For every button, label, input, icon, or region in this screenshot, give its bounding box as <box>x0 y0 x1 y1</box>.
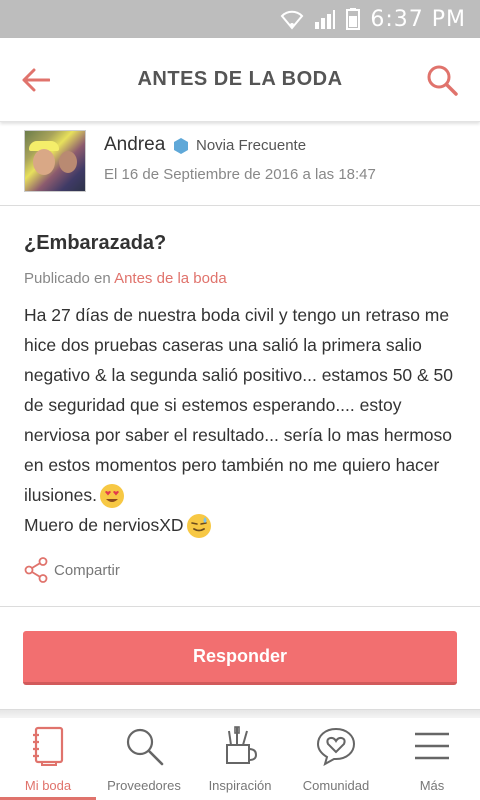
wifi-icon <box>280 8 304 30</box>
nav-label: Mi boda <box>24 778 72 793</box>
app-bar: ANTES DE LA BODA <box>0 38 480 122</box>
post-body: Ha 27 días de nuestra boda civil y tengo… <box>24 300 464 540</box>
post-date: El 16 de Septiembre de 2016 a las 18:47 <box>104 166 376 183</box>
search-icon <box>122 724 166 768</box>
bottom-nav: Mi boda Proveedores Inspiración Comunida… <box>0 718 480 800</box>
tools-cup-icon <box>218 724 262 768</box>
author-badge: Novia Frecuente <box>174 137 306 154</box>
divider <box>0 606 480 607</box>
menu-icon <box>410 724 454 768</box>
sweat-smile-emoji-icon <box>186 513 212 539</box>
hexagon-badge-icon <box>174 137 188 154</box>
page-title: ANTES DE LA BODA <box>137 68 343 90</box>
notebook-icon <box>26 724 70 768</box>
published-prefix: Publicado en <box>24 270 111 287</box>
share-label: Compartir <box>54 561 120 579</box>
share-button[interactable]: Compartir <box>24 557 120 583</box>
post-body-text: Ha 27 días de nuestra boda civil y tengo… <box>24 305 454 505</box>
nav-item-mi-boda[interactable]: Mi boda <box>0 718 96 800</box>
signal-icon <box>314 8 336 30</box>
search-icon[interactable] <box>424 62 460 98</box>
author-block: Andrea Novia Frecuente El 16 de Septiemb… <box>0 126 480 206</box>
respond-label: Responder <box>192 646 288 666</box>
nav-item-mas[interactable]: Más <box>384 718 480 800</box>
nav-label: Inspiración <box>208 778 272 793</box>
nav-label: Comunidad <box>302 778 370 793</box>
status-time: 6:37 PM <box>370 6 466 32</box>
battery-icon <box>346 8 361 30</box>
nav-label: Más <box>419 778 445 793</box>
status-bar: 6:37 PM <box>0 0 480 38</box>
share-icon <box>24 557 48 583</box>
respond-button[interactable]: Responder <box>23 631 457 685</box>
author-name[interactable]: Andrea <box>104 134 165 156</box>
post-title: ¿Embarazada? <box>24 232 167 254</box>
badge-label: Novia Frecuente <box>196 137 307 154</box>
back-arrow-icon[interactable] <box>20 64 52 96</box>
heart-eyes-emoji-icon <box>99 483 125 509</box>
nav-item-inspiracion[interactable]: Inspiración <box>192 718 288 800</box>
nav-label: Proveedores <box>107 778 181 793</box>
post-meta: Publicado en Antes de la boda <box>24 270 227 287</box>
heart-chat-icon <box>314 724 358 768</box>
nav-item-proveedores[interactable]: Proveedores <box>96 718 192 800</box>
avatar[interactable] <box>24 130 86 192</box>
post-body-text-2: Muero de nerviosXD <box>24 515 184 535</box>
nav-item-comunidad[interactable]: Comunidad <box>288 718 384 800</box>
category-link[interactable]: Antes de la boda <box>114 270 227 287</box>
section-separator <box>0 709 480 718</box>
